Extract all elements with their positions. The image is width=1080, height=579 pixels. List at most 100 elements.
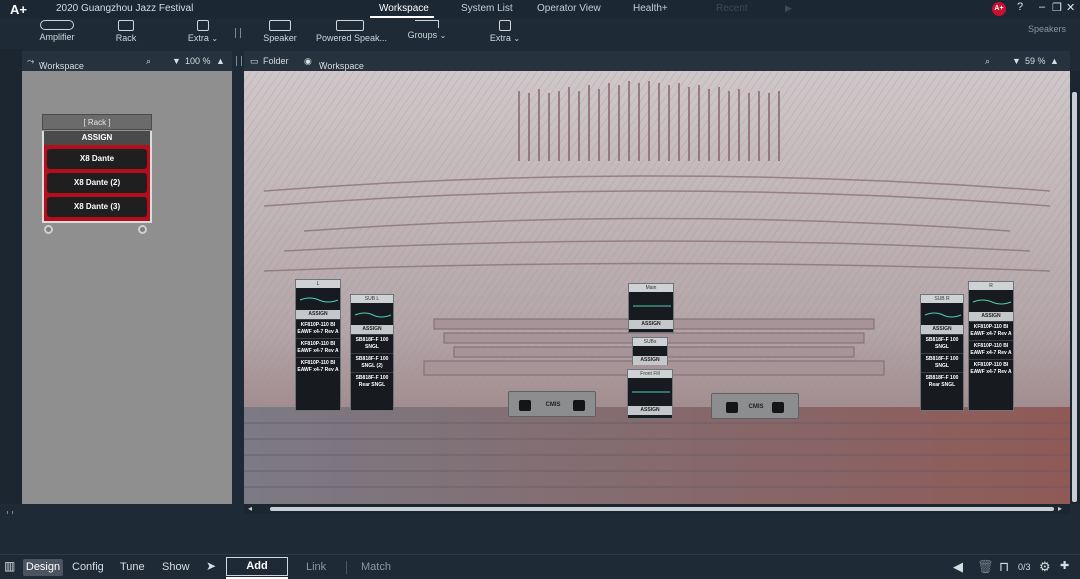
close-button[interactable]: ✕ bbox=[1066, 1, 1075, 14]
cabinet-item[interactable]: SB818F-F 100 Rear SNGL bbox=[921, 372, 963, 391]
restore-button[interactable]: ❐ bbox=[1052, 1, 1062, 14]
tab-operator-view[interactable]: Operator View bbox=[537, 3, 601, 14]
cabinet-item[interactable]: SB818F-F 100 SNGL (2) bbox=[351, 353, 393, 372]
mode-config[interactable]: Config bbox=[72, 561, 104, 573]
image-icon bbox=[499, 20, 511, 31]
scroll-right-icon[interactable]: ▸ bbox=[1058, 504, 1062, 513]
cabinet-item[interactable]: KF810P-110 BI EAWF x4-7 Rev A bbox=[296, 338, 340, 357]
cabinet-item[interactable]: SB818F-F 100 SNGL bbox=[921, 353, 963, 372]
help-button[interactable]: ? bbox=[1017, 1, 1023, 13]
amplifier-x8-dante-3[interactable]: X8 Dante (3) bbox=[47, 197, 147, 217]
speaker-group-sub-r[interactable]: SUB R ASSIGN SB818F-F 100 SNGL SB818F-F … bbox=[920, 294, 964, 411]
assign-button[interactable]: ASSIGN bbox=[969, 312, 1013, 321]
organ-pipes bbox=[518, 81, 780, 161]
assign-button[interactable]: ASSIGN bbox=[921, 325, 963, 334]
project-title: 2020 Guangzhou Jazz Festival bbox=[56, 3, 194, 14]
status-strip bbox=[0, 514, 1080, 554]
speaker-volume-icon[interactable]: ◀ bbox=[953, 559, 963, 575]
folder-button[interactable]: Folder bbox=[263, 56, 289, 66]
action-link[interactable]: Link bbox=[306, 561, 326, 573]
minimize-button[interactable]: – bbox=[1039, 1, 1045, 13]
panel-splitter-grip[interactable] bbox=[236, 56, 242, 66]
action-add[interactable]: Add bbox=[226, 557, 288, 576]
speaker-group-sub-l[interactable]: SUB L ASSIGN SB818F-F 100 SNGL SB818F-F … bbox=[350, 294, 394, 411]
zoom-search-icon[interactable]: ⌕ bbox=[985, 56, 990, 67]
tab-recent[interactable]: Recent bbox=[716, 3, 748, 14]
speaker-group-subs[interactable]: SUBs ASSIGN bbox=[632, 337, 668, 365]
speaker-group-r[interactable]: R ASSIGN KF810P-110 BI EAWF x4-7 Rev A K… bbox=[968, 281, 1014, 411]
toolbar: Amplifier Rack Extra ⌄ Speaker Powered S… bbox=[0, 18, 1080, 49]
workspace-canvas[interactable]: L ASSIGN KF810P-110 BI EAWF x4-7 Rev A K… bbox=[244, 71, 1070, 504]
cmis-device-1[interactable]: CMIS bbox=[508, 391, 596, 417]
assign-button[interactable]: ASSIGN bbox=[633, 356, 667, 365]
assign-button[interactable]: ASSIGN bbox=[296, 310, 340, 319]
cabinet-item[interactable]: KF810P-110 BI EAWF x4-7 Rev A bbox=[969, 359, 1013, 378]
eq-curve-icon bbox=[628, 378, 672, 406]
right-zoom-value: 59 % bbox=[1025, 56, 1046, 66]
powered-speaker-tool[interactable]: Powered Speak... bbox=[316, 18, 387, 43]
workspace-panel-header: ▭ Folder ◉ Workspace ⌄ ⌕ ▼ 59 % ▲ bbox=[244, 51, 1070, 71]
panel-splitter-grip[interactable] bbox=[235, 28, 241, 38]
speaker-tool[interactable]: Speaker bbox=[263, 18, 297, 43]
cabinet-item[interactable]: SB818F-F 100 SNGL bbox=[351, 334, 393, 353]
page-counter: 0/3 bbox=[1018, 562, 1031, 572]
powered-speaker-icon bbox=[336, 20, 364, 31]
rack-assign[interactable]: ASSIGN bbox=[42, 131, 152, 145]
panel-toggle-icon[interactable]: ▥ bbox=[4, 559, 15, 573]
gear-icon[interactable]: ⚙ bbox=[1039, 559, 1051, 575]
groups-tool[interactable]: Groups ⌄ bbox=[404, 18, 450, 40]
tab-health-plus[interactable]: Health+ bbox=[633, 3, 668, 14]
amplifier-x8-dante-2[interactable]: X8 Dante (2) bbox=[47, 173, 147, 193]
amplifier-tool[interactable]: Amplifier bbox=[38, 18, 76, 42]
rack[interactable]: [ Rack ] ASSIGN X8 Dante X8 Dante (2) X8… bbox=[42, 114, 152, 238]
extra-tool-right[interactable]: Extra ⌄ bbox=[485, 18, 525, 43]
cmis-device-2[interactable]: CMIS bbox=[711, 393, 799, 419]
right-workspace-dropdown[interactable]: Workspace ⌄ bbox=[319, 56, 364, 71]
cabinet-item[interactable]: SB818F-F 100 Rear SNGL bbox=[351, 372, 393, 391]
left-panel: [ Rack ] ASSIGN X8 Dante X8 Dante (2) X8… bbox=[22, 71, 232, 504]
tab-workspace[interactable]: Workspace bbox=[379, 3, 429, 14]
eq-curve-icon bbox=[921, 303, 963, 325]
speaker-group-front-fill[interactable]: Front Fill ASSIGN bbox=[627, 369, 673, 419]
assign-button[interactable]: ASSIGN bbox=[351, 325, 393, 334]
scroll-left-icon[interactable]: ◂ bbox=[248, 504, 252, 513]
eq-curve-icon bbox=[351, 303, 393, 325]
cabinet-item[interactable]: SB818F-F 100 SNGL bbox=[921, 334, 963, 353]
mode-show[interactable]: Show bbox=[162, 561, 190, 573]
zoom-down-icon[interactable]: ▼ bbox=[172, 56, 181, 66]
tab-system-list[interactable]: System List bbox=[461, 3, 513, 14]
cabinet-item[interactable]: KF810P-110 BI EAWF x4-7 Rev A bbox=[296, 357, 340, 376]
assign-button[interactable]: ASSIGN bbox=[628, 406, 672, 415]
speaker-group-main[interactable]: Main ASSIGN bbox=[628, 283, 674, 333]
extra-tool-left[interactable]: Extra ⌄ bbox=[185, 18, 221, 43]
left-zoom-value: 100 % bbox=[185, 56, 211, 66]
speaker-group-header: L bbox=[296, 280, 340, 288]
play-icon[interactable]: ▶ bbox=[785, 3, 792, 14]
zoom-search-icon[interactable]: ⌕ bbox=[146, 56, 151, 67]
speaker-group-l[interactable]: L ASSIGN KF810P-110 BI EAWF x4-7 Rev A K… bbox=[295, 279, 341, 411]
vertical-scrollbar[interactable] bbox=[1072, 92, 1077, 502]
action-match[interactable]: Match bbox=[361, 561, 391, 573]
zoom-down-icon[interactable]: ▼ bbox=[1012, 56, 1021, 66]
amplifier-x8-dante[interactable]: X8 Dante bbox=[47, 149, 147, 169]
cabinet-item[interactable]: KF810P-110 BI EAWF x4-7 Rev A bbox=[969, 340, 1013, 359]
cursor-icon[interactable]: ➤ bbox=[206, 559, 216, 573]
left-workspace-dropdown[interactable]: Workspace ⌄ bbox=[39, 56, 84, 71]
amplifier-icon bbox=[40, 20, 74, 30]
speaker-group-header: R bbox=[969, 282, 1013, 290]
footer-bar: ▥ Design Config Tune Show ➤ Add Link Mat… bbox=[0, 554, 1080, 579]
cabinet-item[interactable]: KF810P-110 BI EAWF x4-7 Rev A bbox=[296, 319, 340, 338]
speaker-group-header: SUBs bbox=[633, 338, 667, 346]
rack-tool[interactable]: Rack bbox=[112, 18, 140, 43]
lock-icon[interactable]: ⊓ bbox=[999, 559, 1009, 575]
language-flag-icon[interactable]: ✚ bbox=[1060, 559, 1069, 572]
mode-design[interactable]: Design bbox=[23, 559, 63, 576]
zoom-up-icon[interactable]: ▲ bbox=[216, 56, 225, 66]
zoom-up-icon[interactable]: ▲ bbox=[1050, 56, 1059, 66]
horizontal-scrollbar[interactable] bbox=[270, 507, 1054, 511]
cabinet-item[interactable]: KF810P-110 BI EAWF x4-7 Rev A bbox=[969, 321, 1013, 340]
mode-tune[interactable]: Tune bbox=[120, 561, 145, 573]
trash-icon[interactable]: 🗑 bbox=[977, 559, 994, 575]
assign-button[interactable]: ASSIGN bbox=[629, 320, 673, 329]
user-badge[interactable]: A+ bbox=[992, 2, 1006, 16]
